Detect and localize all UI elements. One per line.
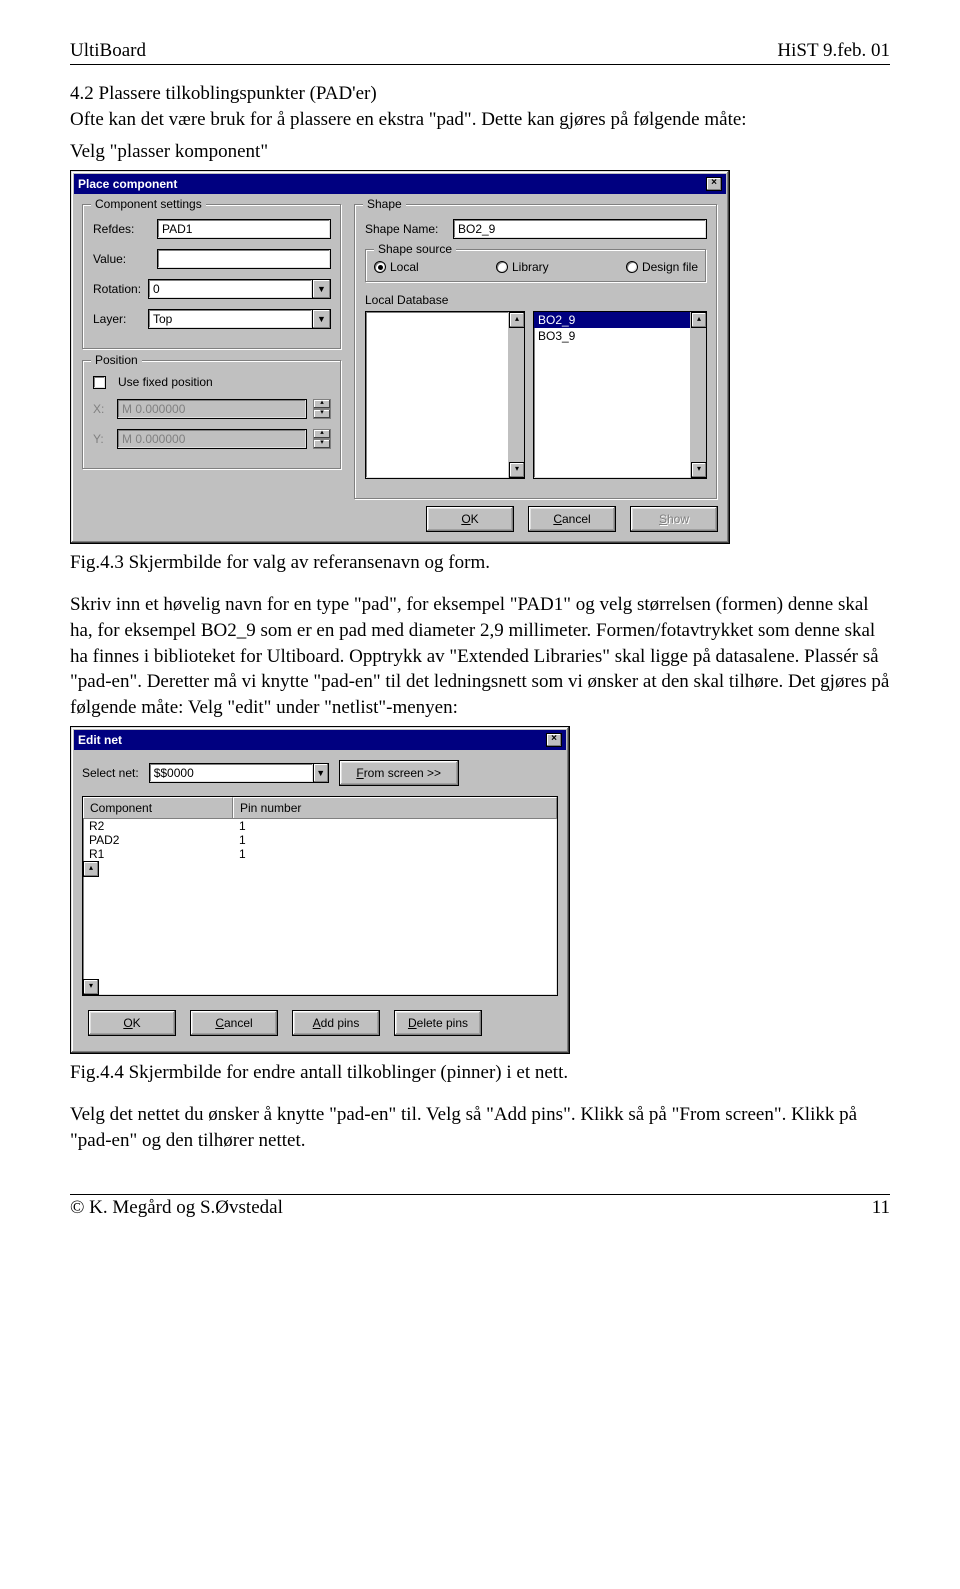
close-icon[interactable]: ×: [546, 733, 562, 747]
list-item[interactable]: BO2_9: [534, 312, 706, 328]
cell-pin: 1: [233, 847, 557, 861]
figure-caption-2: Fig.4.4 Skjermbilde for endre antall til…: [70, 1062, 890, 1084]
table-row[interactable]: PAD2 1: [83, 833, 557, 847]
cell-component: PAD2: [83, 833, 233, 847]
cell-pin: 1: [233, 819, 557, 833]
refdes-input[interactable]: [157, 219, 331, 239]
radio-icon[interactable]: [626, 261, 638, 273]
refdes-label: Refdes:: [93, 222, 151, 236]
table-row[interactable]: R1 1: [83, 847, 557, 861]
select-net-dropdown[interactable]: [149, 763, 314, 783]
scroll-down-icon[interactable]: ▾: [83, 979, 99, 995]
layer-select[interactable]: [148, 309, 313, 329]
close-icon[interactable]: ×: [706, 177, 722, 191]
shape-legend: Shape: [363, 197, 406, 211]
radio-design-file-label: Design file: [642, 260, 698, 274]
radio-design-file[interactable]: Design file: [626, 260, 698, 274]
list-item[interactable]: BO3_9: [534, 328, 706, 344]
section-heading: 4.2 Plassere tilkoblingspunkter (PAD'er): [70, 83, 890, 105]
col-pin[interactable]: Pin number: [233, 797, 557, 818]
ok-button[interactable]: OK: [426, 506, 514, 532]
ok-button[interactable]: OK: [88, 1010, 176, 1036]
radio-library-label: Library: [512, 260, 549, 274]
scroll-up-icon[interactable]: ▴: [691, 312, 707, 328]
scrollbar[interactable]: ▴ ▾: [690, 312, 706, 478]
select-net-label: Select net:: [82, 766, 139, 780]
radio-local[interactable]: Local: [374, 260, 419, 274]
value-input[interactable]: [157, 249, 331, 269]
spin-down-icon[interactable]: ▾: [313, 409, 331, 419]
place-component-dialog: Place component × Component settings Ref…: [70, 170, 730, 544]
fixed-position-label: Use fixed position: [118, 375, 213, 389]
from-screen-button[interactable]: From screen >>: [339, 760, 459, 786]
local-database-label: Local Database: [365, 293, 707, 307]
shape-source-legend: Shape source: [374, 242, 456, 256]
footer-left: © K. Megård og S.Øvstedal: [70, 1197, 283, 1219]
dialog-title: Place component: [78, 177, 177, 191]
spin-down-icon[interactable]: ▾: [313, 439, 331, 449]
fixed-position-checkbox[interactable]: [93, 376, 106, 389]
scroll-down-icon[interactable]: ▾: [691, 462, 707, 478]
edit-net-dialog: Edit net × Select net: ▼ From screen >> …: [70, 726, 570, 1054]
dialog-title: Edit net: [78, 733, 122, 747]
local-db-right-list[interactable]: BO2_9 BO3_9 ▴ ▾: [533, 311, 707, 479]
local-db-left-list[interactable]: ▴ ▾: [365, 311, 525, 479]
shape-source-group: Shape source Local Library: [365, 249, 707, 283]
table-header: Component Pin number: [83, 797, 557, 819]
layer-label: Layer:: [93, 312, 142, 326]
chevron-down-icon[interactable]: ▼: [313, 309, 331, 329]
intro-paragraph-2: Velg "plasser komponent": [70, 139, 890, 165]
page-header: UltiBoard HiST 9.feb. 01: [70, 40, 890, 65]
radio-icon[interactable]: [496, 261, 508, 273]
show-button: Show: [630, 506, 718, 532]
intro-paragraph-1: Ofte kan det være bruk for å plassere en…: [70, 107, 890, 133]
radio-library[interactable]: Library: [496, 260, 549, 274]
position-legend: Position: [91, 353, 142, 367]
cell-pin: 1: [233, 833, 557, 847]
chevron-down-icon[interactable]: ▼: [314, 763, 329, 783]
value-label: Value:: [93, 252, 151, 266]
header-left: UltiBoard: [70, 40, 146, 62]
mid-paragraph: Skriv inn et høvelig navn for en type "p…: [70, 592, 890, 720]
shape-group: Shape Shape Name: Shape source Local: [354, 204, 718, 500]
rotation-label: Rotation:: [93, 282, 142, 296]
radio-icon[interactable]: [374, 261, 386, 273]
shape-name-input[interactable]: [453, 219, 707, 239]
cancel-button[interactable]: Cancel: [190, 1010, 278, 1036]
scroll-up-icon[interactable]: ▴: [83, 861, 99, 877]
radio-local-label: Local: [390, 260, 419, 274]
scrollbar[interactable]: ▴ ▾: [83, 861, 557, 877]
rotation-select[interactable]: [148, 279, 313, 299]
chevron-down-icon[interactable]: ▼: [313, 279, 331, 299]
position-group: Position Use fixed position X: ▴ ▾: [82, 360, 342, 470]
header-right: HiST 9.feb. 01: [777, 40, 890, 62]
page-footer: © K. Megård og S.Øvstedal 11: [70, 1194, 890, 1219]
scrollbar[interactable]: ▴ ▾: [508, 312, 524, 478]
footer-page-number: 11: [872, 1197, 890, 1219]
net-table[interactable]: Component Pin number R2 1 PAD2 1 R1 1 ▴ …: [82, 796, 558, 996]
col-component[interactable]: Component: [83, 797, 233, 818]
x-label: X:: [93, 402, 111, 416]
y-label: Y:: [93, 432, 111, 446]
cell-component: R1: [83, 847, 233, 861]
spin-up-icon[interactable]: ▴: [313, 399, 331, 409]
spin-up-icon[interactable]: ▴: [313, 429, 331, 439]
cancel-button[interactable]: Cancel: [528, 506, 616, 532]
scroll-down-icon[interactable]: ▾: [509, 462, 525, 478]
component-settings-legend: Component settings: [91, 197, 206, 211]
table-row[interactable]: R2 1: [83, 819, 557, 833]
shape-name-label: Shape Name:: [365, 222, 447, 236]
figure-caption-1: Fig.4.3 Skjermbilde for valg av referans…: [70, 552, 890, 574]
add-pins-button[interactable]: Add pins: [292, 1010, 380, 1036]
y-input: [117, 429, 307, 449]
component-settings-group: Component settings Refdes: Value: Rotati…: [82, 204, 342, 350]
scroll-up-icon[interactable]: ▴: [509, 312, 525, 328]
dialog-titlebar[interactable]: Edit net ×: [74, 730, 566, 750]
dialog-titlebar[interactable]: Place component ×: [74, 174, 726, 194]
cell-component: R2: [83, 819, 233, 833]
end-paragraph: Velg det nettet du ønsker å knytte "pad-…: [70, 1102, 890, 1153]
x-input: [117, 399, 307, 419]
delete-pins-button[interactable]: Delete pins: [394, 1010, 482, 1036]
